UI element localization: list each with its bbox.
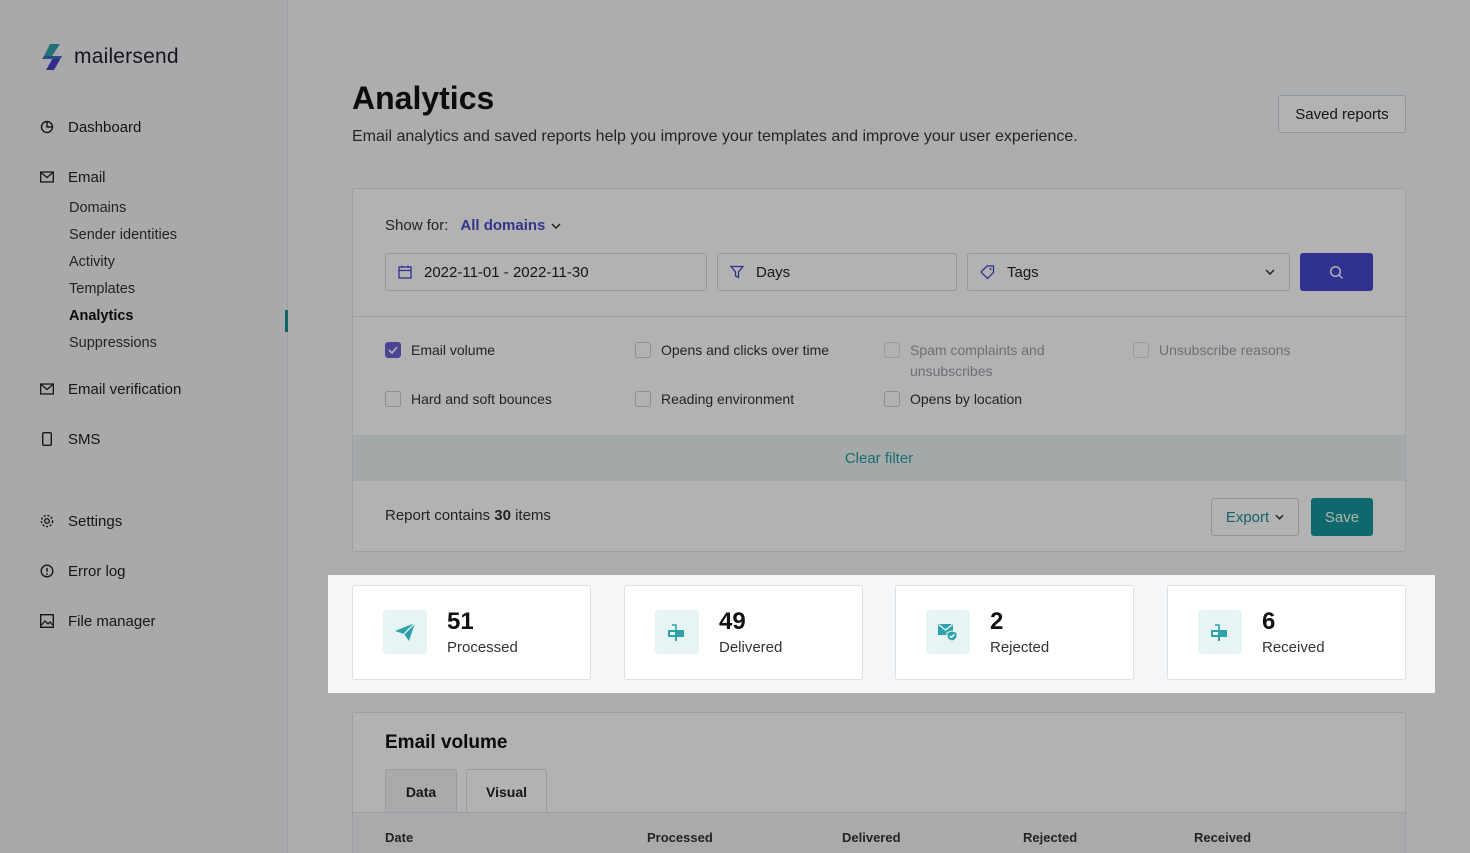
grouping-field[interactable]: Days xyxy=(717,253,957,291)
export-label: Export xyxy=(1225,508,1270,526)
main-content: Analytics Email analytics and saved repo… xyxy=(288,0,1470,853)
tab-data[interactable]: Data xyxy=(385,769,457,813)
checkbox-opens-location[interactable]: Opens by location xyxy=(884,389,1022,410)
sidebar-subitem-suppressions[interactable]: Suppressions xyxy=(69,329,280,356)
page-subtitle: Email analytics and saved reports help y… xyxy=(352,128,1078,145)
column-header[interactable]: Rejected xyxy=(1023,830,1077,845)
sidebar-subitem-domains[interactable]: Domains xyxy=(69,194,280,221)
date-range-field[interactable]: 2022-11-01 - 2022-11-30 xyxy=(385,253,707,291)
tag-icon xyxy=(980,264,995,279)
saved-reports-button[interactable]: Saved reports xyxy=(1278,95,1406,133)
checkbox-label: Reading environment xyxy=(661,391,795,407)
show-for-label: Show for: xyxy=(385,217,449,234)
checkbox-unsubscribe-reasons: Unsubscribe reasons xyxy=(1133,340,1291,361)
calendar-icon xyxy=(398,265,412,279)
sidebar-subitem-activity[interactable]: Activity xyxy=(69,248,280,275)
column-header[interactable]: Delivered xyxy=(842,830,901,845)
sidebar-item-file-manager[interactable]: File manager xyxy=(40,604,280,638)
report-suffix: items xyxy=(515,507,551,524)
email-submenu: Domains Sender identities Activity Templ… xyxy=(40,194,280,356)
checkbox-bounces[interactable]: Hard and soft bounces xyxy=(385,389,552,410)
sidebar-item-label: Error log xyxy=(68,562,126,580)
sidebar-item-label: Settings xyxy=(68,512,123,530)
sidebar-nav: Dashboard Email Domains Sender identitie… xyxy=(40,110,280,638)
tab-visual[interactable]: Visual xyxy=(466,769,547,813)
sidebar-item-email-verification[interactable]: Email verification xyxy=(40,372,280,406)
table-header: Date Processed Delivered Rejected Receiv… xyxy=(353,812,1405,853)
alert-circle-icon xyxy=(40,564,54,578)
brand-logo[interactable]: mailersend xyxy=(40,44,179,70)
checkbox-checked[interactable] xyxy=(385,342,401,358)
tags-select[interactable]: Tags xyxy=(967,253,1290,291)
clear-filter-button[interactable]: Clear filter xyxy=(353,435,1405,481)
checkbox-label: Unsubscribe reasons xyxy=(1159,342,1291,358)
divider xyxy=(353,316,1405,317)
brand-name: mailersend xyxy=(74,45,179,68)
email-volume-title: Email volume xyxy=(385,732,508,753)
sidebar-item-label: SMS xyxy=(68,430,101,448)
sidebar-subitem-analytics[interactable]: Analytics xyxy=(69,302,280,329)
email-volume-card: Email volume Data Visual Date Processed … xyxy=(352,712,1406,853)
report-summary: Report contains 30 items xyxy=(385,507,551,524)
sidebar-item-label: File manager xyxy=(68,612,156,630)
sidebar-item-sms[interactable]: SMS xyxy=(40,422,280,456)
checkbox[interactable] xyxy=(635,342,651,358)
checkbox-reading-environment[interactable]: Reading environment xyxy=(635,389,794,410)
checkbox-label: Opens and clicks over time xyxy=(661,342,830,358)
checkbox-label: Spam complaints and unsubscribes xyxy=(910,342,1045,379)
report-prefix: Report contains xyxy=(385,507,491,524)
checkbox-opens-clicks[interactable]: Opens and clicks over time xyxy=(635,340,829,361)
grouping-value: Days xyxy=(756,263,791,281)
save-button[interactable]: Save xyxy=(1311,498,1373,536)
checkbox[interactable] xyxy=(635,391,651,407)
chevron-down-icon xyxy=(1275,514,1284,520)
sidebar: mailersend Dashboard Email Domains Sende… xyxy=(0,0,288,853)
checkbox[interactable] xyxy=(884,391,900,407)
column-header[interactable]: Processed xyxy=(647,830,713,845)
checkbox-email-volume[interactable]: Email volume xyxy=(385,340,495,361)
mail-check-icon xyxy=(40,382,54,396)
tags-placeholder: Tags xyxy=(1007,263,1039,281)
sidebar-item-dashboard[interactable]: Dashboard xyxy=(40,110,280,144)
checkbox-spam-complaints: Spam complaints and unsubscribes xyxy=(884,340,1064,382)
checkbox[interactable] xyxy=(385,391,401,407)
checkbox-label: Hard and soft bounces xyxy=(411,391,552,407)
check-icon xyxy=(388,346,398,354)
column-header[interactable]: Received xyxy=(1194,830,1251,845)
sidebar-item-error-log[interactable]: Error log xyxy=(40,554,280,588)
domain-dropdown[interactable]: All domains xyxy=(460,217,561,234)
image-icon xyxy=(40,614,54,628)
sidebar-item-email[interactable]: Email xyxy=(40,160,280,194)
date-range-value: 2022-11-01 - 2022-11-30 xyxy=(424,263,589,281)
sidebar-item-label: Email verification xyxy=(68,380,182,398)
sidebar-subitem-sender-identities[interactable]: Sender identities xyxy=(69,221,280,248)
filter-card: Show for: All domains 2022-11-01 - 2022-… xyxy=(352,188,1406,552)
gear-icon xyxy=(40,514,54,528)
checkbox xyxy=(884,342,900,358)
domain-value: All domains xyxy=(460,217,546,234)
export-button[interactable]: Export xyxy=(1211,498,1299,536)
chevron-down-icon xyxy=(551,222,561,229)
mailersend-logo-icon xyxy=(42,44,62,70)
sidebar-item-label: Email xyxy=(68,168,106,186)
sidebar-item-settings[interactable]: Settings xyxy=(40,504,280,538)
chevron-down-icon xyxy=(1265,269,1275,275)
page-title: Analytics xyxy=(352,80,495,116)
sidebar-subitem-templates[interactable]: Templates xyxy=(69,275,280,302)
filter-icon xyxy=(730,265,744,279)
phone-icon xyxy=(40,432,54,446)
mail-icon xyxy=(40,170,54,184)
column-header[interactable]: Date xyxy=(385,830,413,845)
checkbox xyxy=(1133,342,1149,358)
sidebar-item-label: Dashboard xyxy=(68,118,142,136)
search-icon xyxy=(1329,265,1344,279)
pie-chart-icon xyxy=(40,120,54,134)
checkbox-label: Opens by location xyxy=(910,391,1023,407)
checkbox-label: Email volume xyxy=(411,342,496,358)
report-count: 30 xyxy=(494,507,511,524)
show-for: Show for: All domains xyxy=(385,217,561,234)
search-button[interactable] xyxy=(1300,253,1373,291)
